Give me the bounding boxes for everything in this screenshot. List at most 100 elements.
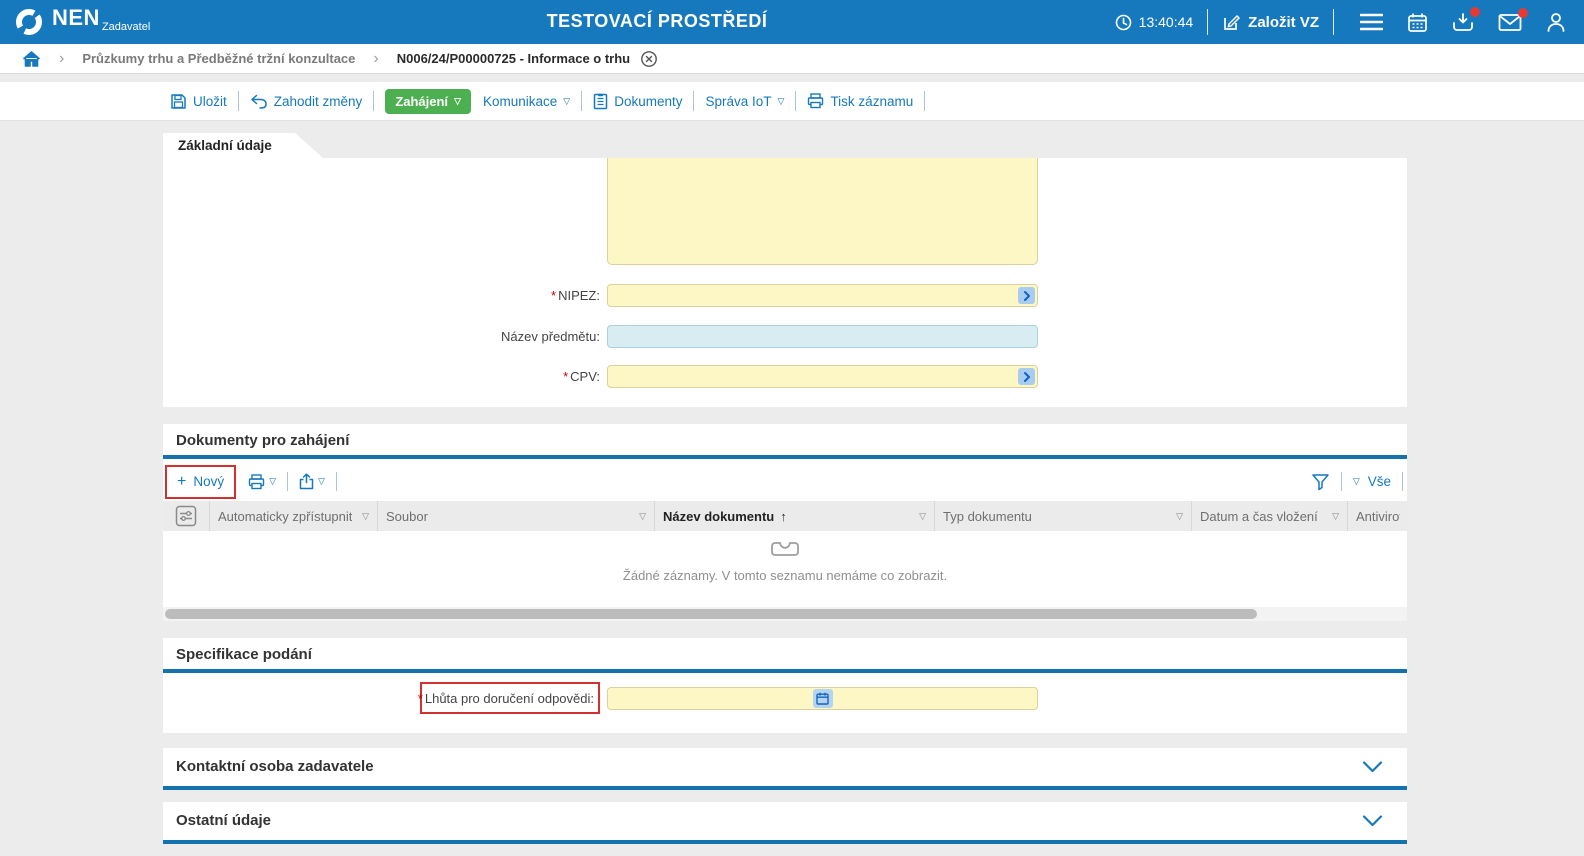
tab-basic-info[interactable]: Základní údaje xyxy=(163,133,323,158)
user-button[interactable] xyxy=(1546,12,1566,33)
chevron-down-icon xyxy=(1362,761,1383,773)
empty-list-state: Žádné záznamy. V tomto seznamu nemáme co… xyxy=(163,539,1407,583)
time-value: 13:40:44 xyxy=(1139,14,1194,30)
home-icon xyxy=(22,50,41,68)
nipez-lookup-button[interactable] xyxy=(1018,287,1035,304)
toolbar-divider xyxy=(1341,472,1342,491)
downloads-notification-badge xyxy=(1470,7,1480,17)
dropdown-icon: ▽ xyxy=(1353,477,1360,486)
home-button[interactable] xyxy=(22,50,41,68)
toolbar-divider xyxy=(238,91,239,111)
description-textarea[interactable] xyxy=(607,158,1038,265)
filter-icon[interactable]: ▽ xyxy=(633,512,646,521)
submission-section-title: Specifikace podání xyxy=(176,646,312,663)
column-header-antivirus[interactable]: Antivirová k xyxy=(1348,501,1407,531)
save-label: Uložit xyxy=(193,94,227,109)
submission-panel: Specifikace podání * Lhůta pro doručení … xyxy=(163,638,1407,733)
discard-changes-button[interactable]: Zahodit změny xyxy=(250,94,363,109)
horizontal-scrollbar[interactable] xyxy=(163,607,1407,621)
export-icon xyxy=(299,473,314,490)
view-all-label: Vše xyxy=(1368,474,1391,489)
clock-icon xyxy=(1115,14,1132,31)
filter-icon[interactable]: ▽ xyxy=(1326,512,1339,521)
section-underline xyxy=(163,455,1407,459)
section-underline xyxy=(163,669,1407,673)
nen-application: NEN Zadavatel TESTOVACÍ PROSTŘEDÍ 13:40:… xyxy=(0,0,1584,856)
documents-button[interactable]: Dokumenty xyxy=(593,93,682,110)
basic-info-panel: *NIPEZ: Název předmětu: *CPV: xyxy=(163,158,1407,407)
chevron-right-icon xyxy=(1022,290,1032,302)
messages-notification-badge xyxy=(1518,8,1528,18)
header-divider xyxy=(1207,9,1208,35)
chevron-right-icon xyxy=(1022,371,1032,383)
communication-dropdown-button[interactable]: Komunikace ▽ xyxy=(483,94,570,109)
filter-icon[interactable]: ▽ xyxy=(913,512,926,521)
column-header-document-type[interactable]: Typ dokumentu ▽ xyxy=(935,501,1192,531)
cpv-field[interactable] xyxy=(607,365,1038,388)
toolbar-divider xyxy=(581,91,582,111)
date-picker-button[interactable] xyxy=(813,689,833,708)
expand-other-info-button[interactable] xyxy=(1362,815,1383,827)
logo-text: NEN xyxy=(52,5,100,31)
start-dropdown-button[interactable]: Zahájení ▽ xyxy=(385,89,471,114)
communication-label: Komunikace xyxy=(483,94,557,109)
documents-section-title: Dokumenty pro zahájení xyxy=(176,432,349,449)
documents-label: Dokumenty xyxy=(614,94,682,109)
filter-icon[interactable]: ▽ xyxy=(356,512,369,521)
environment-title: TESTOVACÍ PROSTŘEDÍ xyxy=(547,11,768,32)
toolbar-divider xyxy=(287,472,288,491)
start-label: Zahájení xyxy=(395,94,448,109)
column-header-document-name[interactable]: Název dokumentu ↑ ▽ xyxy=(655,501,935,531)
view-all-dropdown[interactable]: ▽ Vše xyxy=(1353,474,1391,489)
messages-button[interactable] xyxy=(1498,13,1522,32)
subject-name-field[interactable] xyxy=(607,325,1038,348)
deadline-label: * Lhůta pro doručení odpovědi: xyxy=(420,682,600,714)
column-settings-button[interactable] xyxy=(163,501,210,531)
section-underline xyxy=(163,786,1407,790)
other-info-section[interactable]: Ostatní údaje xyxy=(163,802,1407,844)
iot-dropdown-button[interactable]: Správa IoT ▽ xyxy=(705,94,784,109)
column-settings-icon xyxy=(175,505,197,527)
print-list-dropdown-button[interactable]: ▽ xyxy=(248,474,276,490)
deadline-date-field[interactable] xyxy=(607,687,1038,710)
filter-button[interactable] xyxy=(1311,473,1330,491)
export-dropdown-button[interactable]: ▽ xyxy=(299,473,325,490)
new-document-label: Nový xyxy=(193,474,224,489)
nen-logo[interactable]: NEN Zadavatel xyxy=(14,5,150,37)
nipez-field[interactable] xyxy=(607,284,1038,307)
create-vz-button[interactable]: Založit VZ xyxy=(1222,13,1319,32)
filter-icon[interactable]: ▽ xyxy=(1170,512,1183,521)
breadcrumb-item-market-research[interactable]: Průzkumy trhu a Předběžné tržní konzulta… xyxy=(82,51,355,66)
chevron-down-icon xyxy=(1362,815,1383,827)
empty-list-text: Žádné záznamy. V tomto seznamu nemáme co… xyxy=(163,568,1407,583)
tab-basic-info-label: Základní údaje xyxy=(178,138,272,153)
printer-icon xyxy=(248,474,265,490)
server-time: 13:40:44 xyxy=(1115,14,1194,31)
close-icon xyxy=(640,50,658,68)
close-record-button[interactable] xyxy=(640,50,658,68)
contact-person-section[interactable]: Kontaktní osoba zadavatele xyxy=(163,748,1407,790)
plus-icon: + xyxy=(177,473,186,491)
save-button[interactable]: Uložit xyxy=(170,93,227,110)
scrollbar-thumb[interactable] xyxy=(165,609,1257,619)
dropdown-icon: ▽ xyxy=(778,97,785,106)
menu-button[interactable] xyxy=(1360,13,1383,31)
app-header: NEN Zadavatel TESTOVACÍ PROSTŘEDÍ 13:40:… xyxy=(0,0,1584,44)
calendar-button[interactable] xyxy=(1407,12,1428,33)
other-info-title: Ostatní údaje xyxy=(176,812,271,829)
print-record-button[interactable]: Tisk záznamu xyxy=(807,93,913,109)
column-header-auto-publish[interactable]: Automaticky zpřístupnit ▽ xyxy=(210,501,378,531)
cpv-lookup-button[interactable] xyxy=(1018,368,1035,385)
dropdown-icon: ▽ xyxy=(318,477,325,486)
expand-contact-person-button[interactable] xyxy=(1362,761,1383,773)
document-icon xyxy=(593,93,608,110)
printer-icon xyxy=(807,93,824,109)
documents-table-header: Automaticky zpřístupnit ▽ Soubor ▽ Název… xyxy=(163,501,1407,531)
print-record-label: Tisk záznamu xyxy=(830,94,913,109)
toolbar-divider xyxy=(693,91,694,111)
new-document-button[interactable]: + Nový xyxy=(165,465,236,499)
downloads-button[interactable] xyxy=(1452,12,1474,33)
column-header-file[interactable]: Soubor ▽ xyxy=(378,501,655,531)
dropdown-icon: ▽ xyxy=(454,97,461,106)
column-header-date-inserted[interactable]: Datum a čas vložení ▽ xyxy=(1192,501,1348,531)
